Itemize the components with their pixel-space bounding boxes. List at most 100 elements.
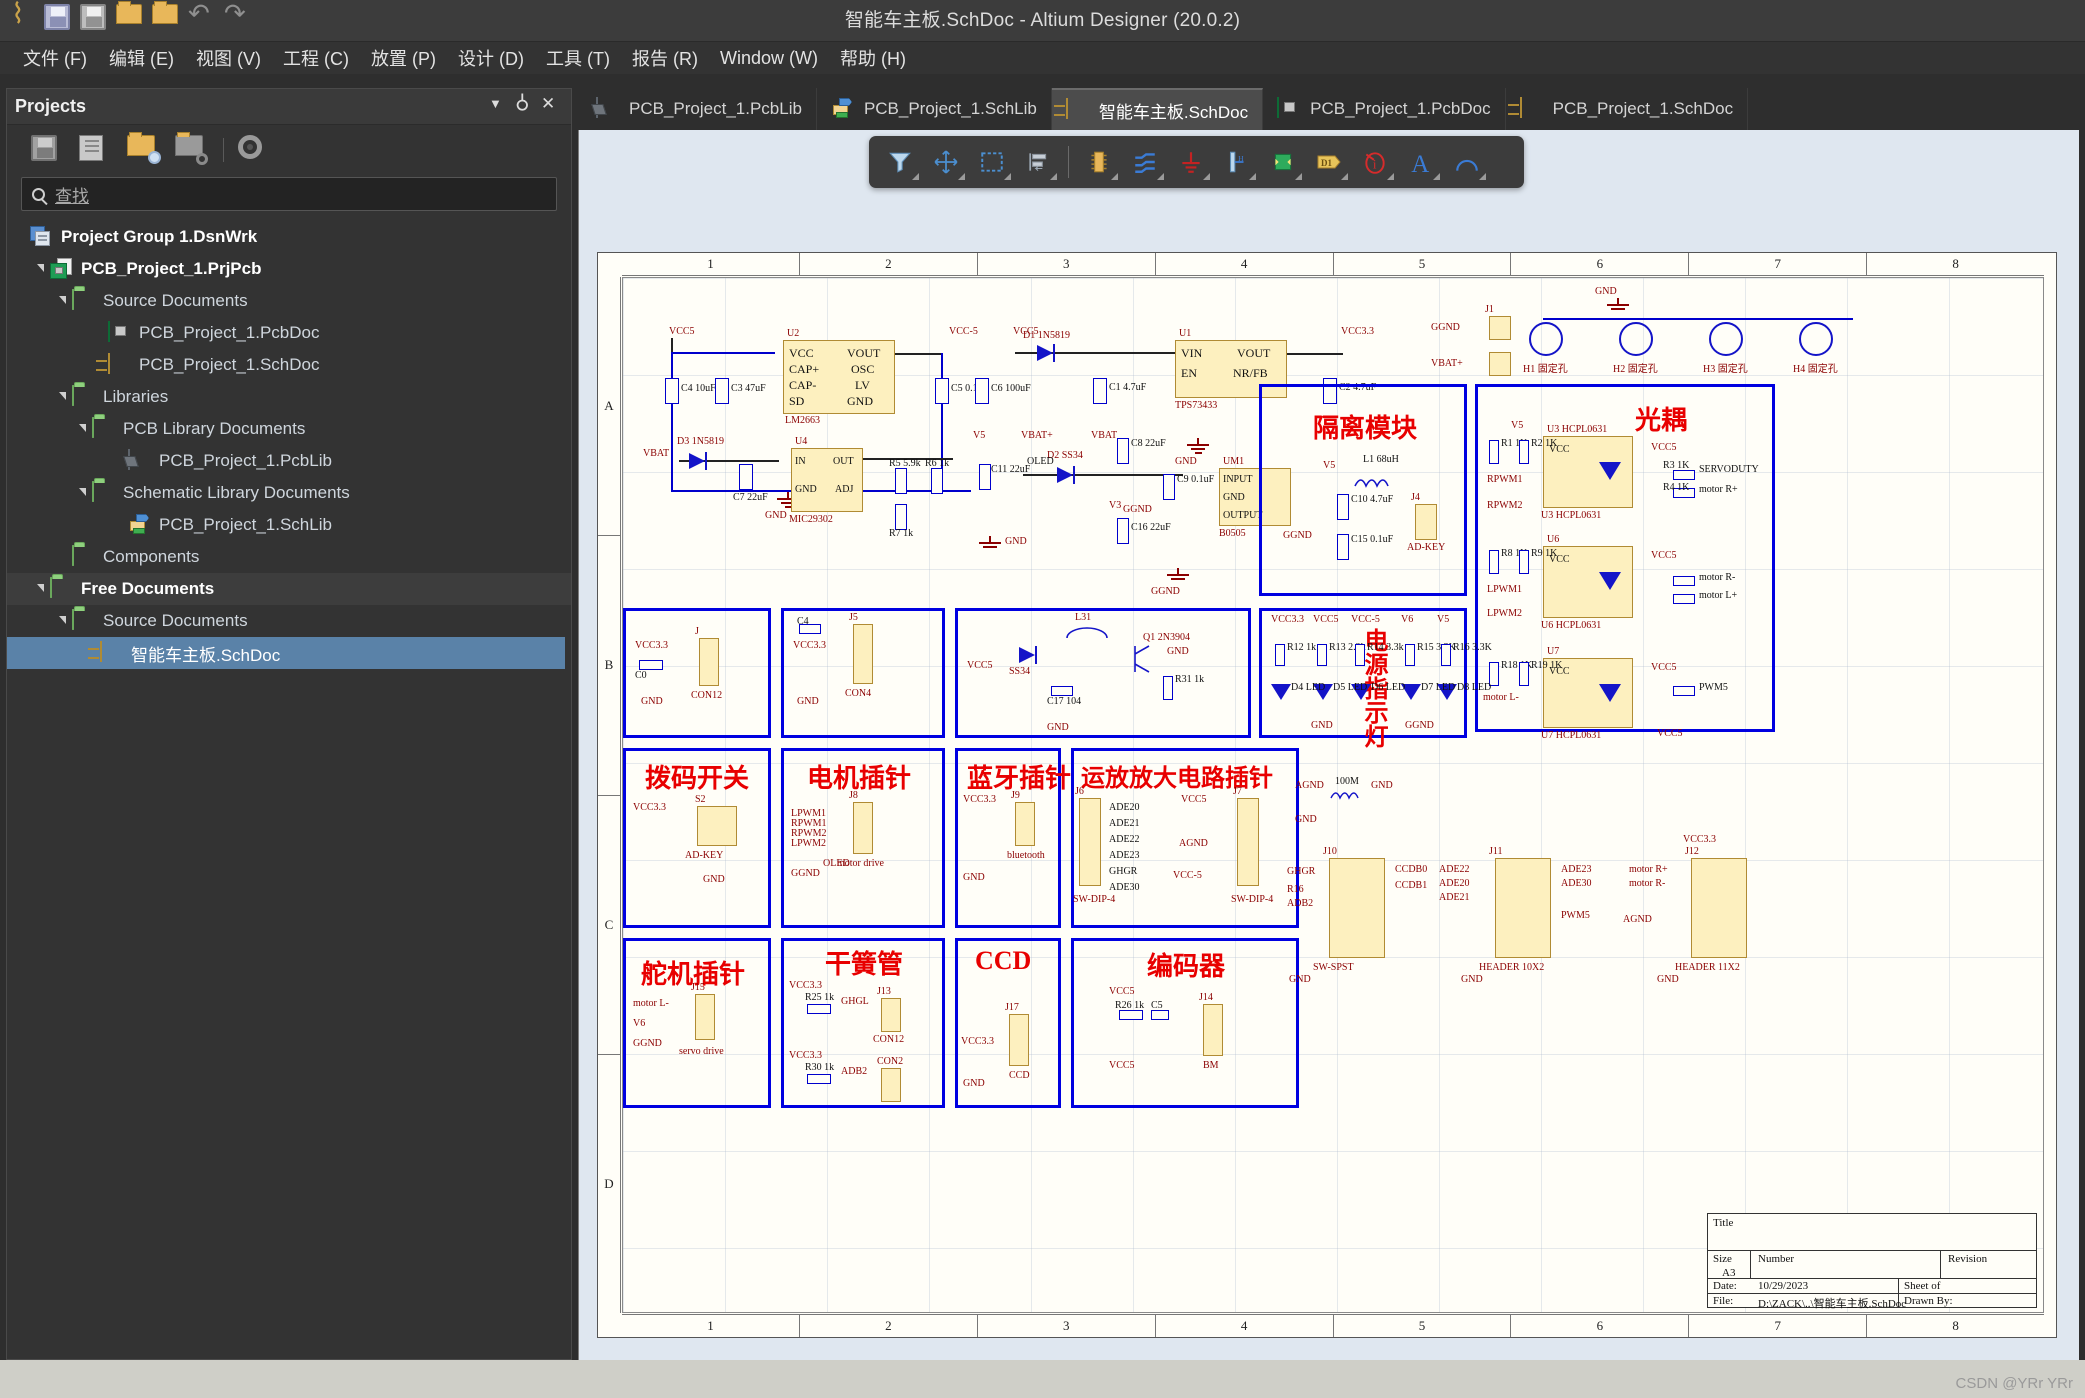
tree-item-prjpcb[interactable]: PCB_Project_1.PrjPcb — [7, 253, 571, 285]
connector-ad-key[interactable] — [699, 638, 719, 686]
connector-oled[interactable] — [853, 624, 873, 684]
align-icon[interactable] — [1017, 142, 1059, 182]
designator-um1: UM1 — [1223, 456, 1245, 467]
expand-arrow-icon[interactable] — [37, 264, 44, 272]
connector-j1-b[interactable] — [1489, 352, 1511, 376]
panel-dropdown-button[interactable] — [489, 96, 511, 118]
connector-j10[interactable] — [1329, 858, 1385, 958]
place-netlabel-icon[interactable]: H — [1216, 142, 1258, 182]
tree-item-pcblib[interactable]: PCB_Project_1.PcbLib — [7, 445, 571, 477]
place-sheetsymbol-icon[interactable] — [1262, 142, 1304, 182]
spiral-icon[interactable] — [8, 0, 38, 34]
connector-j13[interactable] — [881, 998, 901, 1032]
place-wire-icon[interactable] — [1124, 142, 1166, 182]
expand-arrow-icon[interactable] — [79, 424, 86, 432]
close-project-button[interactable] — [175, 132, 209, 165]
select-area-icon[interactable] — [971, 142, 1013, 182]
connector-j15[interactable] — [695, 994, 715, 1040]
filter-icon[interactable] — [879, 142, 921, 182]
project-options-button[interactable] — [238, 135, 272, 165]
tab-smart-car-schdoc[interactable]: 智能车主板.SchDoc — [1051, 88, 1264, 130]
place-designator-icon[interactable]: D1 — [1308, 142, 1350, 182]
tree-item-components[interactable]: Components — [7, 541, 571, 573]
tree-item-schlib[interactable]: PCB_Project_1.SchLib — [7, 509, 571, 541]
menu-place[interactable]: 放置 (P) — [360, 42, 447, 74]
place-part-icon[interactable] — [1078, 142, 1120, 182]
net-vccm5: VCC-5 — [949, 326, 978, 337]
connector-j16[interactable] — [1009, 1014, 1029, 1066]
tab-schdoc[interactable]: PCB_Project_1.SchDoc — [1506, 88, 1749, 130]
tree-item-smart-car-schdoc[interactable]: 智能车主板.SchDoc — [7, 637, 565, 669]
menu-edit[interactable]: 编辑 (E) — [98, 42, 185, 74]
signal-motor-rm: motor R+ — [1699, 484, 1738, 495]
designator-u1: U1 — [1179, 328, 1192, 339]
tree-item-libraries[interactable]: Libraries — [7, 381, 571, 413]
menu-reports[interactable]: 报告 (R) — [621, 42, 709, 74]
menu-design[interactable]: 设计 (D) — [447, 42, 535, 74]
undo-icon[interactable] — [188, 0, 218, 34]
designator-u4: U4 — [795, 436, 808, 447]
connector-j12[interactable] — [1691, 858, 1747, 958]
menu-project[interactable]: 工程 (C) — [272, 42, 360, 74]
sheet-canvas[interactable]: VCC5 C4 10uF C3 47uF U2 LM2663 VCC CAP+ … — [622, 277, 2044, 1313]
save-all-icon[interactable] — [80, 4, 110, 34]
redo-icon[interactable] — [224, 0, 254, 34]
search-input[interactable]: 查找 — [21, 177, 557, 211]
connector-j8[interactable] — [853, 802, 873, 854]
designator-u2: U2 — [787, 328, 800, 339]
place-text-icon[interactable]: A — [1400, 142, 1442, 182]
open-document-icon[interactable] — [152, 1, 182, 34]
drawing-sheet[interactable]: 1 2 3 4 5 6 7 8 1 2 3 4 5 6 7 8 A B C D … — [597, 252, 2057, 1338]
open-folder-icon[interactable] — [116, 1, 146, 34]
tree-item-project-group[interactable]: Project Group 1.DsnWrk — [7, 221, 571, 253]
save-icon[interactable] — [44, 4, 74, 34]
connector-j11[interactable] — [1495, 858, 1551, 958]
expand-arrow-icon[interactable] — [59, 616, 66, 624]
compile-project-button[interactable] — [79, 135, 113, 165]
connector-j6[interactable] — [1079, 798, 1101, 886]
sheet-ruler-top: 1 2 3 4 5 6 7 8 — [622, 253, 2044, 276]
menu-help[interactable]: 帮助 (H) — [829, 42, 917, 74]
place-arc-icon[interactable] — [1446, 142, 1488, 182]
schematic-canvas[interactable]: H D1 i A 1 2 3 4 5 6 7 8 1 2 3 4 5 6 7 8… — [578, 130, 2079, 1360]
move-cross-icon[interactable] — [925, 142, 967, 182]
expand-arrow-icon[interactable] — [37, 584, 44, 592]
tree-item-schdoc[interactable]: PCB_Project_1.SchDoc — [7, 349, 571, 381]
menu-view[interactable]: 视图 (V) — [185, 42, 272, 74]
connector-j7[interactable] — [1237, 798, 1259, 886]
switch-sw-dip-4[interactable] — [697, 806, 737, 846]
tab-pcblib[interactable]: PCB_Project_1.PcbLib — [582, 88, 817, 130]
connector-j17[interactable] — [881, 1068, 901, 1102]
connector-j1[interactable] — [1489, 316, 1511, 340]
net-vcc33: VCC3.3 — [963, 794, 997, 805]
connector-con4[interactable] — [1415, 504, 1437, 540]
tree-item-source-documents[interactable]: Source Documents — [7, 285, 571, 317]
expand-arrow-icon[interactable] — [59, 296, 66, 304]
net-vcc33: VCC3.3 — [1271, 614, 1305, 625]
tab-schlib[interactable]: PCB_Project_1.SchLib — [817, 88, 1052, 130]
menu-window[interactable]: Window (W) — [709, 45, 829, 72]
tree-item-free-source-documents[interactable]: Source Documents — [7, 605, 571, 637]
expand-arrow-icon[interactable] — [79, 488, 86, 496]
tree-item-free-documents[interactable]: Free Documents — [7, 573, 571, 605]
open-project-button[interactable] — [127, 132, 161, 165]
tree-item-schematic-library-documents[interactable]: Schematic Library Documents — [7, 477, 571, 509]
panel-pin-button[interactable] — [515, 96, 537, 118]
menu-file[interactable]: 文件 (F) — [12, 42, 98, 74]
tab-pcbdoc[interactable]: PCB_Project_1.PcbDoc — [1263, 88, 1506, 130]
save-project-button[interactable] — [31, 135, 65, 165]
net-v6: V6 — [633, 1018, 646, 1029]
annotate-icon[interactable]: i — [1354, 142, 1396, 182]
menu-tools[interactable]: 工具 (T) — [535, 42, 621, 74]
diode-d3 — [689, 452, 707, 470]
tree-item-pcb-library-documents[interactable]: PCB Library Documents — [7, 413, 571, 445]
connector-j9[interactable] — [1015, 802, 1035, 846]
tree-item-pcbdoc[interactable]: PCB_Project_1.PcbDoc — [7, 317, 571, 349]
designator-u3: U3 HCPL0631 — [1547, 424, 1608, 435]
expand-arrow-icon[interactable] — [59, 392, 66, 400]
part-sw-spst: OLED — [823, 858, 850, 869]
panel-close-button[interactable] — [541, 94, 563, 118]
place-gnd-icon[interactable] — [1170, 142, 1212, 182]
connector-j14[interactable] — [1203, 1004, 1223, 1056]
file-value: D:\ZACK\..\智能车主板.SchDoc — [1758, 1298, 1907, 1310]
